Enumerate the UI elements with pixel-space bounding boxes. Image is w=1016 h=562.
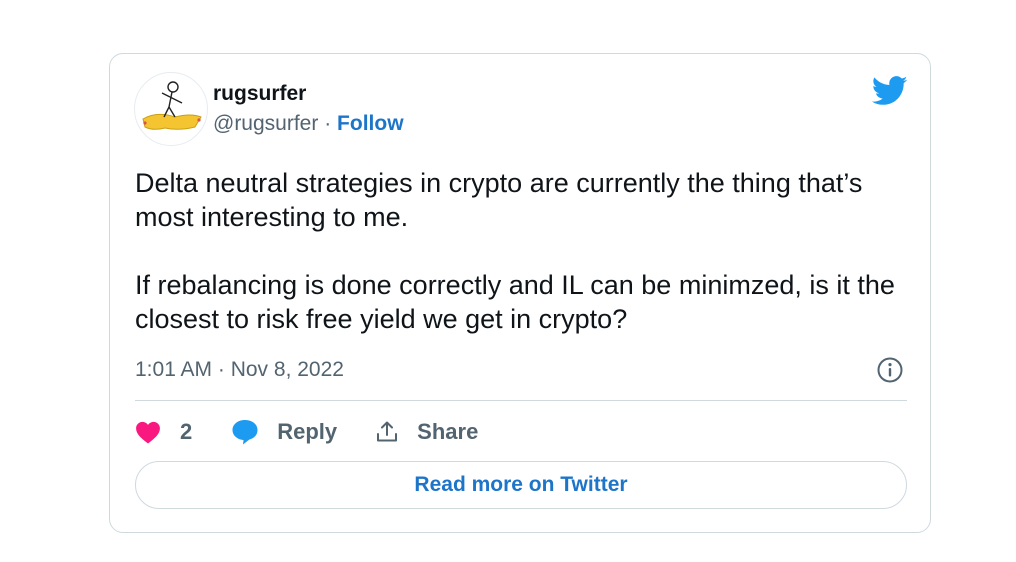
follow-link[interactable]: Follow: [337, 112, 404, 135]
avatar[interactable]: [134, 72, 208, 146]
share-button[interactable]: Share: [375, 419, 478, 445]
share-label: Share: [417, 419, 479, 444]
author-name[interactable]: rugsurfer: [213, 82, 306, 106]
speech-bubble-icon: [232, 420, 258, 445]
like-button[interactable]: 2: [135, 419, 192, 445]
tweet-timestamp[interactable]: 1:01 AM · Nov 8, 2022: [135, 358, 344, 382]
stick-figure-on-carpet-icon: [142, 81, 202, 130]
tweet-paragraph: If rebalancing is done correctly and IL …: [135, 270, 895, 334]
tweet-paragraph: Delta neutral strategies in crypto are c…: [135, 168, 863, 232]
author-handle-row: @rugsurfer · Follow: [213, 112, 404, 136]
share-upload-icon: [377, 421, 398, 442]
tweet-card: rugsurfer @rugsurfer · Follow Delta neut…: [109, 53, 931, 533]
author-handle[interactable]: @rugsurfer: [213, 112, 318, 135]
reply-label: Reply: [277, 419, 338, 444]
reply-button[interactable]: Reply: [231, 419, 337, 445]
action-bar: 2 Reply Share: [135, 416, 478, 448]
divider: [135, 400, 907, 401]
info-icon[interactable]: [876, 356, 904, 384]
like-count: 2: [180, 419, 193, 444]
tweet-text: Delta neutral strategies in crypto are c…: [135, 166, 915, 336]
heart-icon: [136, 421, 160, 444]
handle-separator: ·: [324, 112, 332, 135]
twitter-bird-icon[interactable]: [872, 76, 908, 106]
read-more-button[interactable]: Read more on Twitter: [135, 461, 907, 509]
